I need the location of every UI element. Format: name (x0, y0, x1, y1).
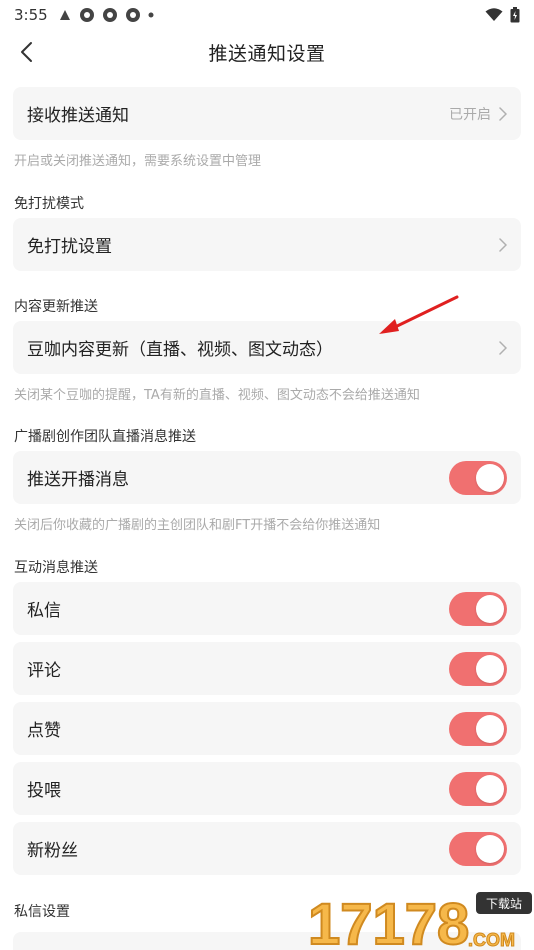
svg-text:.COM: .COM (468, 930, 515, 950)
interaction-row-like: 点赞 (13, 702, 521, 755)
interaction-label: 评论 (27, 661, 61, 681)
toggle-knob (476, 654, 504, 683)
nav-bar: 推送通知设置 (0, 30, 534, 74)
content-update-hint: 关闭某个豆咖的提醒，TA有新的直播、视频、图文动态不会给推送通知 (14, 388, 420, 403)
toggle-knob (476, 463, 504, 492)
content-update-label: 豆咖内容更新（直播、视频、图文动态） (27, 340, 333, 360)
battery-icon (510, 7, 520, 23)
drama-live-label: 推送开播消息 (27, 470, 129, 490)
comment-toggle[interactable] (449, 651, 507, 686)
annotation-arrow-icon (379, 295, 459, 334)
content-update-section-title: 内容更新推送 (14, 299, 98, 315)
wifi-icon (485, 8, 503, 21)
interaction-section-title: 互动消息推送 (14, 560, 98, 576)
page-title: 推送通知设置 (208, 42, 326, 65)
receive-push-status: 已开启 (449, 106, 491, 123)
chevron-right-icon (499, 237, 507, 252)
interaction-row-feed: 投喂 (13, 762, 521, 815)
toggle-knob (476, 714, 504, 743)
interaction-label: 投喂 (27, 781, 61, 801)
new-follower-toggle[interactable] (449, 831, 507, 866)
drama-section-title: 广播剧创作团队直播消息推送 (14, 429, 196, 445)
dnd-settings-row[interactable]: 免打扰设置 (13, 218, 521, 271)
svg-text:17178: 17178 (308, 892, 469, 950)
app-icon (79, 8, 94, 22)
interaction-row-private-message: 私信 (13, 582, 521, 635)
status-bar: 3:55 (0, 0, 534, 30)
interaction-label: 私信 (27, 601, 61, 621)
toggle-knob (476, 594, 504, 623)
status-notification-icons (58, 7, 154, 23)
chevron-right-icon (499, 106, 507, 121)
interaction-label: 新粉丝 (27, 841, 78, 861)
like-toggle[interactable] (449, 711, 507, 746)
back-button[interactable] (10, 36, 42, 68)
app-icon (102, 8, 117, 22)
interaction-row-comment: 评论 (13, 642, 521, 695)
dot-icon (148, 12, 154, 18)
private-msg-section-title: 私信设置 (14, 904, 70, 920)
receive-push-row[interactable]: 接收推送通知 已开启 (13, 87, 521, 140)
dnd-section-title: 免打扰模式 (14, 196, 84, 212)
drama-live-row: 推送开播消息 (13, 451, 521, 504)
toggle-knob (476, 834, 504, 863)
app-icon (125, 8, 140, 22)
dnd-settings-label: 免打扰设置 (27, 237, 112, 257)
drama-live-hint: 关闭后你收藏的广播剧的主创团队和剧FT开播不会给你推送通知 (14, 518, 381, 533)
notification-icon (59, 10, 70, 20)
receive-push-hint: 开启或关闭推送通知，需要系统设置中管理 (14, 154, 262, 169)
chevron-right-icon (499, 340, 507, 355)
status-time: 3:55 (14, 6, 48, 24)
site-watermark-logo: 17178 .COM 下载站 (307, 888, 534, 950)
interaction-label: 点赞 (27, 721, 61, 741)
drama-live-toggle[interactable] (449, 460, 507, 495)
watermark-badge: 下载站 (476, 892, 532, 914)
toggle-knob (476, 774, 504, 803)
interaction-row-new-follower: 新粉丝 (13, 822, 521, 875)
private-message-toggle[interactable] (449, 591, 507, 626)
chevron-left-icon (21, 42, 32, 62)
receive-push-label: 接收推送通知 (27, 106, 129, 126)
feed-toggle[interactable] (449, 771, 507, 806)
